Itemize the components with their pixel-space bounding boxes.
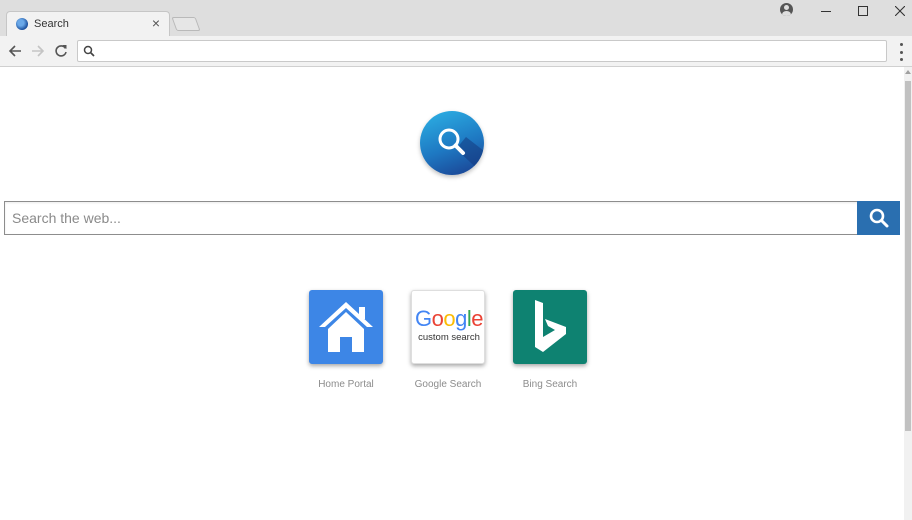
google-search-tile[interactable]: Google custom search <box>411 290 485 364</box>
close-window-button[interactable] <box>882 0 912 22</box>
bing-logo-icon <box>535 300 566 352</box>
minimize-button[interactable] <box>808 0 844 22</box>
back-arrow-icon <box>8 45 21 57</box>
maximize-button[interactable] <box>845 0 881 22</box>
search-icon <box>869 208 888 228</box>
shortcut-tiles: Home Portal Google custom search Google … <box>296 290 606 400</box>
shortcut-label: Bing Search <box>522 379 578 390</box>
menu-dot-icon <box>899 50 903 54</box>
address-input[interactable] <box>100 43 880 59</box>
search-button[interactable] <box>857 201 900 235</box>
shortcut-bing-search[interactable]: Bing Search <box>500 290 600 390</box>
google-custom-search-logo: Google <box>414 306 484 331</box>
maximize-icon <box>858 6 868 16</box>
title-bar: Search × <box>0 0 912 36</box>
minimize-icon <box>821 11 831 12</box>
google-custom-search-caption: custom search <box>418 332 480 343</box>
shortcut-label: Google Search <box>414 379 482 390</box>
page-scrollbar[interactable] <box>904 67 912 520</box>
menu-dot-icon <box>899 43 903 46</box>
bing-search-tile[interactable] <box>513 290 587 364</box>
address-bar[interactable] <box>77 40 887 62</box>
house-icon <box>319 302 373 352</box>
search-logo <box>420 111 484 175</box>
forward-arrow-icon <box>32 45 45 57</box>
tab-title: Search <box>34 18 69 30</box>
new-tab-button[interactable] <box>171 17 201 31</box>
search-input[interactable] <box>4 201 858 235</box>
reload-button[interactable] <box>51 41 71 61</box>
scroll-thumb[interactable] <box>905 81 911 431</box>
magnifier-logo-icon <box>438 128 484 175</box>
search-bar <box>4 201 900 235</box>
browser-menu-button[interactable] <box>895 43 907 61</box>
browser-tab[interactable]: Search × <box>6 11 170 36</box>
tab-close-icon[interactable]: × <box>152 16 160 30</box>
browser-toolbar <box>0 36 912 67</box>
profile-icon[interactable] <box>780 3 793 16</box>
shortcut-label: Home Portal <box>318 379 374 390</box>
shortcut-home-portal[interactable]: Home Portal <box>296 290 396 390</box>
home-portal-tile[interactable] <box>309 290 383 364</box>
back-button[interactable] <box>5 41 25 61</box>
omnibox-search-icon <box>83 45 95 57</box>
reload-icon <box>55 45 67 57</box>
menu-dot-icon <box>899 58 903 61</box>
scroll-up-icon[interactable] <box>905 70 911 74</box>
shortcut-google-search[interactable]: Google custom search Google Search <box>398 290 498 390</box>
close-icon <box>895 6 905 16</box>
forward-button[interactable] <box>28 41 48 61</box>
tab-favicon-icon <box>16 18 28 30</box>
